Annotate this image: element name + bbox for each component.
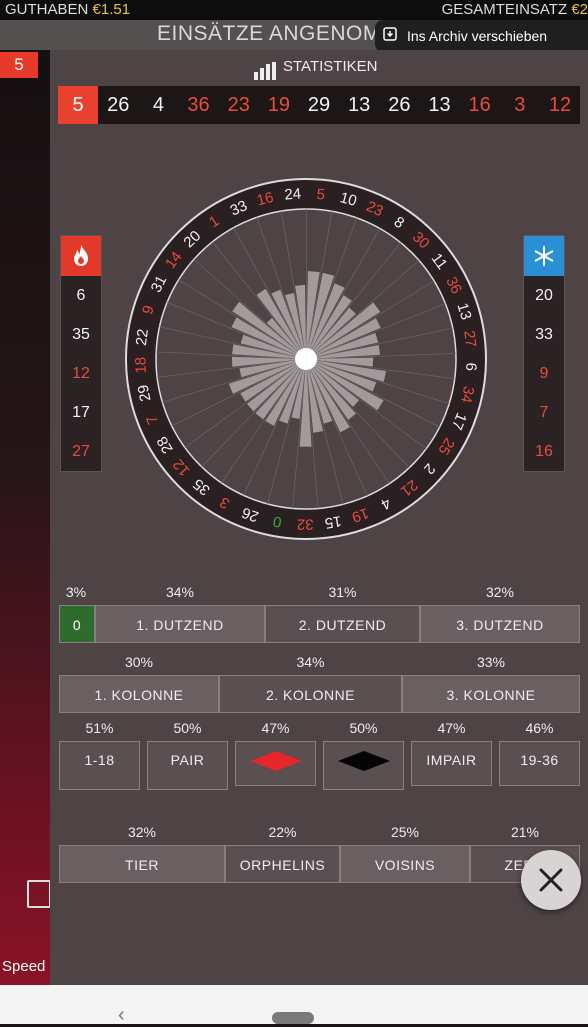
- high-bet[interactable]: 19-36: [499, 741, 580, 786]
- orphelins-pct: 22%: [268, 824, 297, 840]
- cold-number: 16: [535, 443, 553, 460]
- tier-bet[interactable]: TIER: [59, 845, 225, 883]
- orphelins-bet[interactable]: ORPHELINS: [225, 845, 340, 883]
- bets-accepted-title: EINSÄTZE ANGENOM: [157, 22, 381, 45]
- toast-text: Ins Archiv verschieben: [407, 28, 548, 44]
- cold-number: 9: [539, 365, 549, 382]
- wheel-number: 6: [462, 362, 479, 371]
- even-bet[interactable]: PAIR: [147, 741, 228, 790]
- history-result: 3: [514, 94, 526, 116]
- odd-pct: 47%: [437, 720, 466, 736]
- hot-numbers: 6 35 12 17 27: [60, 235, 102, 472]
- top-status-bar: GUTHABEN €1.51 GESAMTEINSATZ €2: [0, 0, 588, 20]
- zero-bet[interactable]: 0: [59, 605, 95, 643]
- wheel-center: [295, 348, 317, 370]
- cold-numbers: 20 33 9 7 16: [523, 235, 565, 472]
- column-2-bet[interactable]: 2. KOLONNE: [219, 675, 402, 713]
- close-icon: [539, 868, 563, 892]
- history-result: 13: [348, 94, 371, 116]
- history-result: 16: [468, 94, 491, 116]
- hot-number: 27: [72, 443, 90, 460]
- dozen-2-pct: 31%: [328, 584, 357, 600]
- balance-value: €1.51: [92, 1, 131, 18]
- cold-number: 7: [539, 404, 549, 421]
- total-bet-value: €2: [571, 1, 588, 18]
- hot-number: 6: [76, 287, 86, 304]
- video-toggle-icon[interactable]: [27, 880, 51, 908]
- wheel-number: 27: [460, 329, 479, 348]
- black-bet[interactable]: [323, 741, 404, 790]
- close-button[interactable]: [521, 850, 581, 910]
- dozen-1-pct: 34%: [165, 584, 195, 600]
- wheel-number: 24: [284, 185, 302, 203]
- black-pct: 50%: [349, 720, 378, 736]
- history-result: 5: [58, 86, 99, 124]
- high-pct: 46%: [525, 720, 554, 736]
- even-pct: 50%: [173, 720, 202, 736]
- tier-pct: 32%: [127, 824, 157, 840]
- history-result: 23: [227, 94, 250, 116]
- low-pct: 51%: [85, 720, 114, 736]
- history-result: 26: [388, 94, 411, 116]
- column-3-pct: 33%: [476, 654, 506, 670]
- wheel-number: 5: [316, 186, 326, 204]
- statistics-title: STATISTIKEN: [283, 58, 378, 75]
- fire-icon: [61, 236, 101, 276]
- history-result: 4: [152, 94, 164, 116]
- cold-number: 33: [535, 326, 553, 343]
- balance: GUTHABEN €1.51: [5, 0, 130, 20]
- zero-pct: 3%: [65, 584, 87, 600]
- history-result: 36: [187, 94, 210, 116]
- column-1-bet[interactable]: 1. KOLONNE: [59, 675, 219, 713]
- game-name-label: Speed: [2, 958, 46, 975]
- results-history: 5 26 4 36 23 19 29 13 26 13 16 3 12: [58, 86, 580, 124]
- black-diamond-icon: [337, 751, 390, 771]
- last-result-chip: 5: [0, 52, 38, 78]
- bar-chart-icon: [254, 62, 276, 80]
- history-result: 19: [267, 94, 290, 116]
- column-2-pct: 34%: [296, 654, 325, 670]
- wheel-number: 18: [132, 357, 150, 374]
- column-1-pct: 30%: [124, 654, 154, 670]
- history-result: 29: [307, 94, 331, 116]
- voisins-bet[interactable]: VOISINS: [340, 845, 470, 883]
- history-result: 13: [428, 94, 451, 116]
- dozen-3-pct: 32%: [485, 584, 515, 600]
- snowflake-icon: [524, 236, 564, 276]
- hot-number: 17: [72, 404, 90, 421]
- background-video-area: [0, 50, 50, 985]
- history-result: 26: [107, 94, 130, 116]
- history-result: 12: [548, 94, 572, 116]
- voisins-pct: 25%: [390, 824, 420, 840]
- cold-number: 20: [535, 287, 553, 304]
- home-gesture-pill[interactable]: [272, 1012, 314, 1024]
- zero-section-pct: 21%: [510, 824, 540, 840]
- total-bet-label: GESAMTEINSATZ: [441, 1, 568, 18]
- archive-toast[interactable]: Ins Archiv verschieben: [375, 20, 588, 52]
- total-bet: GESAMTEINSATZ €2: [442, 0, 588, 20]
- odd-bet[interactable]: IMPAIR: [411, 741, 492, 786]
- wheel-number: 34: [457, 385, 477, 405]
- wheel-number: 22: [133, 328, 152, 347]
- balance-label: GUTHABEN: [5, 1, 89, 18]
- low-bet[interactable]: 1-18: [59, 741, 140, 790]
- dozen-2-bet[interactable]: 2. DUTZEND: [265, 605, 420, 643]
- roulette-wheel-chart: 0 32 15 19421225173462713361130823105241633…: [125, 178, 487, 540]
- wheel-number: 32: [297, 515, 314, 532]
- column-3-bet[interactable]: 3. KOLONNE: [402, 675, 580, 713]
- wheel-number: 29: [135, 383, 155, 403]
- hot-number: 35: [72, 326, 90, 343]
- hot-number: 12: [72, 365, 90, 382]
- dozen-3-bet[interactable]: 3. DUTZEND: [420, 605, 580, 643]
- archive-icon: [383, 20, 397, 52]
- wheel-number: 15: [323, 512, 342, 532]
- red-pct: 47%: [261, 720, 290, 736]
- dozen-1-bet[interactable]: 1. DUTZEND: [95, 605, 265, 643]
- red-diamond-icon: [249, 751, 302, 771]
- red-bet[interactable]: [235, 741, 316, 786]
